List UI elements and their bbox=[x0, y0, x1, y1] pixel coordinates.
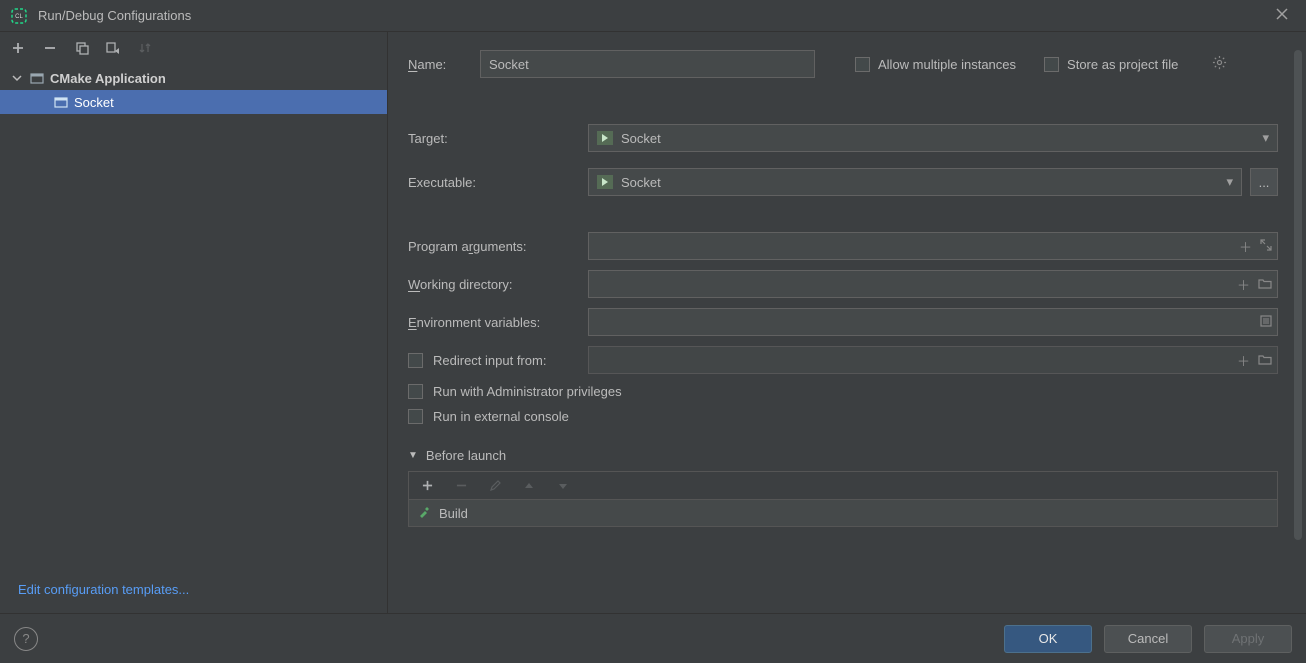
name-input[interactable] bbox=[480, 50, 815, 78]
copy-config-button[interactable] bbox=[72, 38, 92, 58]
cmake-group-icon bbox=[30, 71, 44, 85]
admin-label: Run with Administrator privileges bbox=[433, 384, 622, 399]
apply-button[interactable]: Apply bbox=[1204, 625, 1292, 653]
edit-templates-link-area: Edit configuration templates... bbox=[0, 572, 387, 613]
before-launch-label: Before launch bbox=[426, 448, 506, 463]
store-project-label: Store as project file bbox=[1067, 57, 1178, 72]
env-input[interactable] bbox=[588, 308, 1278, 336]
chevron-down-icon: ▼ bbox=[408, 450, 418, 461]
tree-group-cmake[interactable]: CMake Application bbox=[0, 66, 387, 90]
program-args-label: Program arguments: bbox=[408, 239, 588, 254]
move-down-button[interactable] bbox=[553, 476, 573, 496]
tree-item-label: Socket bbox=[74, 95, 114, 110]
before-launch-header[interactable]: ▼ Before launch bbox=[408, 448, 1278, 463]
gear-icon[interactable] bbox=[1212, 55, 1227, 73]
save-config-button[interactable] bbox=[104, 38, 124, 58]
cancel-button[interactable]: Cancel bbox=[1104, 625, 1192, 653]
redirect-input[interactable] bbox=[588, 346, 1278, 374]
app-icon: CL bbox=[10, 7, 28, 25]
sort-config-button[interactable]: 1 bbox=[136, 38, 156, 58]
env-label: Environment variables: bbox=[408, 315, 588, 330]
tree-item-socket[interactable]: Socket bbox=[0, 90, 387, 114]
config-toolbar: 1 bbox=[0, 32, 387, 64]
scrollbar[interactable] bbox=[1294, 50, 1302, 540]
executable-value: Socket bbox=[621, 175, 661, 190]
remove-task-button[interactable] bbox=[451, 476, 471, 496]
redirect-checkbox[interactable] bbox=[408, 353, 423, 368]
play-icon bbox=[597, 131, 613, 145]
ok-button[interactable]: OK bbox=[1004, 625, 1092, 653]
remove-config-button[interactable] bbox=[40, 38, 60, 58]
name-label: Name: bbox=[408, 57, 480, 72]
config-item-icon bbox=[54, 95, 68, 109]
executable-label: Executable: bbox=[408, 175, 588, 190]
ext-console-checkbox[interactable] bbox=[408, 409, 423, 424]
target-label: Target: bbox=[408, 131, 588, 146]
target-select[interactable]: Socket ▾ bbox=[588, 124, 1278, 152]
plus-icon[interactable]: ＋ bbox=[1237, 275, 1250, 294]
chevron-down-icon: ▾ bbox=[1226, 174, 1233, 190]
play-icon bbox=[597, 175, 613, 189]
working-dir-input[interactable] bbox=[588, 270, 1278, 298]
help-button[interactable]: ? bbox=[14, 627, 38, 651]
window-title: Run/Debug Configurations bbox=[38, 8, 1268, 23]
right-panel: Name: Allow multiple instances Store as … bbox=[388, 32, 1306, 613]
chevron-down-icon: ▾ bbox=[1262, 130, 1269, 146]
executable-select[interactable]: Socket ▾ bbox=[588, 168, 1242, 196]
expand-icon[interactable] bbox=[1260, 239, 1272, 254]
working-dir-label: Working directory: bbox=[408, 277, 588, 292]
ext-console-label: Run in external console bbox=[433, 409, 569, 424]
plus-icon[interactable]: ＋ bbox=[1239, 237, 1252, 256]
chevron-down-icon bbox=[12, 71, 24, 86]
main-area: 1 CMake Application Socket bbox=[0, 32, 1306, 613]
bottom-bar: ? OK Cancel Apply bbox=[0, 613, 1306, 663]
add-config-button[interactable] bbox=[8, 38, 28, 58]
admin-checkbox[interactable] bbox=[408, 384, 423, 399]
close-button[interactable] bbox=[1268, 8, 1296, 23]
tree-group-label: CMake Application bbox=[50, 71, 166, 86]
edit-templates-link[interactable]: Edit configuration templates... bbox=[18, 582, 189, 597]
hammer-icon bbox=[417, 505, 431, 522]
titlebar: CL Run/Debug Configurations bbox=[0, 0, 1306, 32]
target-value: Socket bbox=[621, 131, 661, 146]
redirect-label: Redirect input from: bbox=[433, 353, 546, 368]
plus-icon[interactable]: ＋ bbox=[1237, 351, 1250, 370]
list-icon[interactable] bbox=[1260, 315, 1272, 330]
folder-icon[interactable] bbox=[1258, 353, 1272, 368]
form-area: Name: Allow multiple instances Store as … bbox=[388, 32, 1306, 613]
before-launch-item[interactable]: Build bbox=[408, 499, 1278, 527]
config-tree: CMake Application Socket bbox=[0, 64, 387, 572]
svg-text:CL: CL bbox=[15, 14, 23, 20]
edit-task-button[interactable] bbox=[485, 476, 505, 496]
left-panel: 1 CMake Application Socket bbox=[0, 32, 388, 613]
browse-executable-button[interactable]: ... bbox=[1250, 168, 1278, 196]
add-task-button[interactable] bbox=[417, 476, 437, 496]
allow-multiple-checkbox[interactable]: Allow multiple instances bbox=[855, 57, 1016, 72]
folder-icon[interactable] bbox=[1258, 277, 1272, 292]
allow-multiple-label: Allow multiple instances bbox=[878, 57, 1016, 72]
build-label: Build bbox=[439, 506, 468, 521]
program-args-input[interactable] bbox=[588, 232, 1278, 260]
before-launch-toolbar bbox=[408, 471, 1278, 499]
move-up-button[interactable] bbox=[519, 476, 539, 496]
store-project-checkbox[interactable]: Store as project file bbox=[1044, 57, 1178, 72]
